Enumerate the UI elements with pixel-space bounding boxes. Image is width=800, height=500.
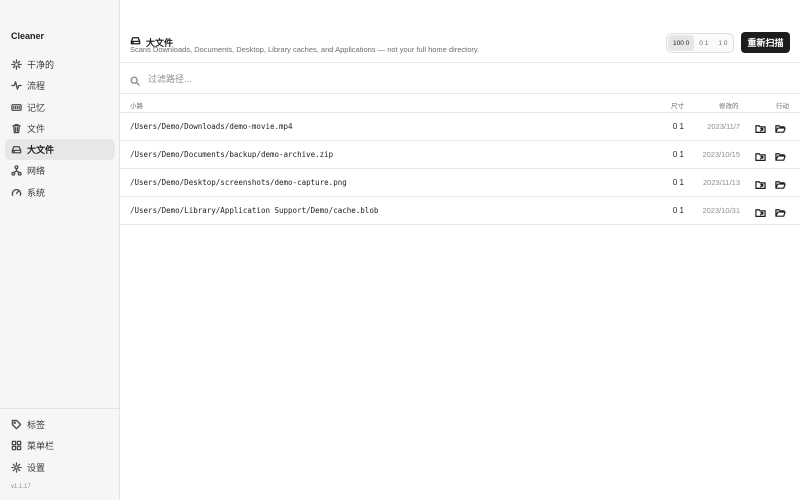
sidebar-item-menubar[interactable]: 菜单栏 — [5, 435, 115, 456]
reveal-in-finder-icon[interactable] — [755, 149, 766, 161]
table-row[interactable]: /Users/Demo/Downloads/demo-movie.mp4 0 1… — [120, 113, 800, 141]
sidebar-item-label: 菜单栏 — [27, 441, 55, 452]
sidebar-divider — [0, 408, 119, 409]
sidebar-item-network[interactable]: 网络 — [5, 160, 115, 181]
table-row[interactable]: /Users/Demo/Desktop/screenshots/demo-cap… — [120, 169, 800, 197]
memory-icon — [11, 102, 22, 113]
page-header: 大文件 Scans Downloads, Documents, Desktop,… — [120, 0, 800, 63]
file-modified-date: 2023/10/15 — [702, 150, 740, 159]
sparkle-icon — [11, 59, 22, 70]
sidebar-item-clean[interactable]: 干净的 — [5, 54, 115, 75]
column-header-size[interactable]: 尺寸 — [671, 100, 684, 110]
sidebar-item-label: 记忆 — [27, 102, 46, 113]
sidebar-item-files[interactable]: 文件 — [5, 118, 115, 139]
file-path: /Users/Demo/Library/Application Support/… — [130, 206, 379, 215]
drive-icon — [11, 144, 22, 155]
column-header-modified[interactable]: 修改的 — [719, 100, 739, 110]
open-folder-icon[interactable] — [775, 149, 786, 161]
column-header-path[interactable]: 小路 — [130, 100, 143, 110]
tag-icon — [11, 419, 22, 430]
sidebar-item-label: 网络 — [27, 166, 46, 177]
network-icon — [11, 165, 22, 177]
file-path: /Users/Demo/Documents/backup/demo-archiv… — [130, 150, 334, 159]
table-header: 小路 尺寸 修改的 行动 — [120, 94, 800, 113]
sidebar-bottom-nav: 标签 菜单栏 设置 — [5, 414, 115, 478]
column-header-actions: 行动 — [776, 103, 789, 110]
sidebar-item-tags[interactable]: 标签 — [5, 414, 115, 435]
sidebar-item-processes[interactable]: 流程 — [5, 75, 115, 96]
app-name: Cleaner — [11, 31, 45, 41]
gauge-icon — [11, 187, 22, 198]
filter-bar — [120, 63, 800, 94]
reveal-in-finder-icon[interactable] — [755, 121, 766, 133]
file-table-body: /Users/Demo/Downloads/demo-movie.mp4 0 1… — [120, 113, 800, 225]
file-modified-date: 2023/10/31 — [702, 206, 740, 215]
segment-option[interactable]: 1 0 — [713, 35, 732, 51]
open-folder-icon[interactable] — [775, 205, 786, 217]
open-folder-icon[interactable] — [775, 121, 786, 133]
page-subtitle: Scans Downloads, Documents, Desktop, Lib… — [130, 45, 480, 54]
segment-option[interactable]: 0 1 — [694, 35, 713, 51]
file-size: 0 1 — [672, 122, 684, 131]
sidebar: Cleaner 干净的 流程 记忆 文件 大文件 网络 系统 标签 菜单栏 设置… — [0, 0, 120, 500]
grid-icon — [11, 440, 22, 451]
sidebar-item-large-files[interactable]: 大文件 — [5, 139, 115, 161]
sidebar-item-label: 文件 — [27, 123, 46, 134]
sidebar-item-label: 流程 — [27, 81, 46, 92]
file-modified-date: 2023/11/7 — [707, 122, 740, 131]
sidebar-nav: 干净的 流程 记忆 文件 大文件 网络 系统 — [5, 54, 115, 203]
sidebar-item-label: 标签 — [27, 420, 46, 430]
search-icon — [130, 73, 140, 91]
file-size: 0 1 — [672, 206, 684, 215]
sidebar-item-label: 大文件 — [27, 145, 55, 156]
sidebar-item-label: 设置 — [27, 462, 46, 473]
filter-path-input[interactable] — [148, 71, 748, 86]
trash-icon — [11, 123, 22, 134]
file-path: /Users/Demo/Desktop/screenshots/demo-cap… — [130, 178, 347, 187]
open-folder-icon[interactable] — [775, 177, 786, 189]
reveal-in-finder-icon[interactable] — [755, 205, 766, 217]
activity-icon — [11, 80, 22, 91]
file-size: 0 1 — [672, 150, 684, 159]
sidebar-item-label: 干净的 — [27, 60, 55, 70]
gear-icon — [11, 461, 22, 473]
sidebar-item-settings[interactable]: 设置 — [5, 457, 115, 478]
table-row[interactable]: /Users/Demo/Library/Application Support/… — [120, 197, 800, 225]
sidebar-item-system[interactable]: 系统 — [5, 182, 115, 203]
app-version: v1.1.17 — [11, 484, 31, 490]
sidebar-item-memory[interactable]: 记忆 — [5, 97, 115, 118]
main-panel: 大文件 Scans Downloads, Documents, Desktop,… — [120, 0, 800, 500]
file-modified-date: 2023/11/13 — [703, 178, 740, 187]
segment-option[interactable]: 100 0 — [668, 35, 695, 51]
file-size: 0 1 — [672, 178, 684, 187]
reveal-in-finder-icon[interactable] — [755, 177, 766, 189]
file-path: /Users/Demo/Downloads/demo-movie.mp4 — [130, 122, 293, 131]
table-row[interactable]: /Users/Demo/Documents/backup/demo-archiv… — [120, 141, 800, 169]
size-threshold-segmented-control: 100 0 0 1 1 0 — [666, 33, 735, 53]
sidebar-item-label: 系统 — [27, 187, 46, 198]
rescan-button[interactable]: 重新扫描 — [741, 32, 790, 53]
